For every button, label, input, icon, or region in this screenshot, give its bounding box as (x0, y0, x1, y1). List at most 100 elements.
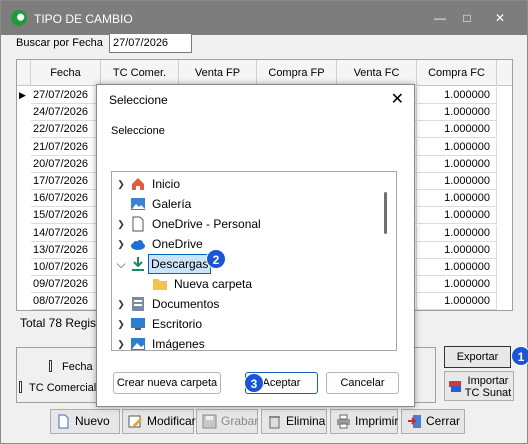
title-bar[interactable]: TIPO DE CAMBIO — □ ✕ (1, 1, 527, 35)
col-tc-comer[interactable]: TC Comer. (101, 60, 179, 86)
nuevo-label: Nuevo (75, 414, 110, 428)
chevron-right-icon[interactable]: ❯ (116, 334, 126, 350)
cloud-icon (131, 240, 145, 250)
export-txt-button[interactable]: Exportar TXT (444, 346, 511, 383)
tree-item-label: Inicio (152, 177, 181, 191)
cell-fecha[interactable]: 21/07/2026 (31, 138, 101, 156)
tree-item[interactable]: ❯ Inicio (112, 174, 382, 194)
col-fecha[interactable]: Fecha (31, 60, 101, 86)
modificar-button[interactable]: Modificar (122, 409, 196, 434)
tc-comercial-label: TC Comercial (29, 382, 97, 394)
cell-fecha[interactable]: 27/07/2026 (31, 87, 101, 104)
tree-scrollbar-thumb[interactable] (384, 192, 387, 234)
document-icon (132, 216, 144, 232)
accept-label: Aceptar (262, 377, 301, 389)
cell-fecha[interactable]: 13/07/2026 (31, 241, 101, 259)
search-date-input[interactable]: 27/07/2026 (109, 33, 192, 53)
cell-compra-fc[interactable]: 1.000000 (417, 276, 497, 294)
cell-compra-fc[interactable]: 1.000000 (417, 173, 497, 190)
cell-fecha[interactable]: 20/07/2026 (31, 155, 101, 173)
imprimir-button[interactable]: Imprimir (330, 409, 398, 434)
nuevo-button[interactable]: Nuevo (50, 409, 120, 434)
tree-item-label: Imágenes (152, 337, 205, 351)
close-icon[interactable]: ✕ (492, 10, 508, 26)
cell-compra-fc[interactable]: 1.000000 (417, 207, 497, 225)
create-folder-button[interactable]: Crear nueva carpeta (113, 372, 221, 394)
chevron-right-icon[interactable]: ❯ (116, 314, 126, 334)
cell-fecha[interactable]: 14/07/2026 (31, 224, 101, 242)
chevron-right-icon[interactable]: ❯ (116, 234, 126, 254)
cell-compra-fc[interactable]: 1.000000 (417, 241, 497, 259)
total-records-label: Total 78 Regis (20, 316, 97, 330)
cell-compra-fc[interactable]: 1.000000 (417, 138, 497, 156)
grid-header: Fecha TC Comer. Venta FP Compra FP Venta… (17, 60, 512, 86)
chevron-right-icon[interactable]: ❯ (116, 214, 126, 234)
cell-fecha[interactable]: 24/07/2026 (31, 104, 101, 122)
gallery-icon (131, 198, 145, 210)
step-badge-3: 3 (244, 373, 264, 393)
cell-compra-fc[interactable]: 1.000000 (417, 87, 497, 104)
folder-tree[interactable]: ❯ Inicio Galería ❯ OneDrive - Personal ❯ OneDr… (111, 171, 397, 351)
cerrar-label: Cerrar (426, 414, 461, 428)
download-icon (132, 257, 144, 271)
col-venta-fp[interactable]: Venta FP (179, 60, 257, 86)
imprimir-label: Imprimir (355, 414, 399, 428)
fecha-label: Fecha (62, 361, 93, 373)
tree-item-label: Escritorio (152, 317, 203, 331)
home-icon (132, 178, 144, 190)
step-badge-2: 2 (206, 249, 226, 269)
cell-fecha[interactable]: 10/07/2026 (31, 259, 101, 276)
grabar-button[interactable]: Grabar (196, 409, 258, 434)
modificar-label: Modificar (147, 414, 196, 428)
cerrar-button[interactable]: Cerrar (401, 409, 465, 434)
cell-compra-fc[interactable]: 1.000000 (417, 259, 497, 276)
cell-compra-fc[interactable]: 1.000000 (417, 224, 497, 242)
cell-compra-fc[interactable]: 1.000000 (417, 190, 497, 208)
step-badge-1: 1 (511, 346, 528, 366)
maximize-icon[interactable]: □ (459, 10, 475, 26)
dialog-title: Seleccione (109, 93, 168, 107)
cell-compra-fc[interactable]: 1.000000 (417, 121, 497, 139)
select-folder-dialog: Seleccione ✕ Seleccione ❯ Inicio Galería ❯ O… (96, 84, 415, 407)
elimina-label: Elimina (286, 414, 326, 428)
tree-item[interactable]: ❯ OneDrive (112, 234, 382, 254)
tree-item-label: Descargas (147, 254, 212, 274)
cell-fecha[interactable]: 22/07/2026 (31, 121, 101, 139)
tree-item[interactable]: Nueva carpeta (112, 274, 382, 294)
cell-compra-fc[interactable]: 1.000000 (417, 155, 497, 173)
import-tc-sunat-button[interactable]: Importar TC Sunat (444, 371, 514, 401)
printer-icon (337, 414, 350, 429)
tree-item[interactable]: ❯ Documentos (112, 294, 382, 314)
pictures-icon (131, 338, 145, 350)
cell-fecha[interactable]: 08/07/2026 (31, 293, 101, 310)
chevron-right-icon[interactable]: ❯ (116, 174, 126, 194)
cell-fecha[interactable]: 17/07/2026 (31, 173, 101, 190)
fecha-checkbox[interactable] (49, 360, 52, 372)
app-icon (11, 10, 27, 26)
tc-checkbox[interactable] (19, 381, 22, 393)
col-venta-fc[interactable]: Venta FC (337, 60, 417, 86)
cell-compra-fc[interactable]: 1.000000 (417, 104, 497, 122)
cell-fecha[interactable]: 09/07/2026 (31, 276, 101, 294)
tree-item[interactable]: ⌵ Descargas (112, 254, 382, 274)
col-compra-fc[interactable]: Compra FC (417, 60, 497, 86)
search-label: Buscar por Fecha (16, 37, 103, 49)
folder-icon (153, 279, 167, 290)
dialog-close-icon[interactable]: ✕ (391, 89, 404, 109)
col-compra-fp[interactable]: Compra FP (257, 60, 337, 86)
cancel-button[interactable]: Cancelar (326, 372, 399, 394)
import-icon (449, 381, 461, 392)
chevron-right-icon[interactable]: ❯ (116, 294, 126, 314)
tree-item[interactable]: ❯ OneDrive - Personal (112, 214, 382, 234)
cell-fecha[interactable]: 15/07/2026 (31, 207, 101, 225)
cell-fecha[interactable]: 16/07/2026 (31, 190, 101, 208)
tree-item[interactable]: ❯ Imágenes (112, 334, 382, 351)
cell-compra-fc[interactable]: 1.000000 (417, 293, 497, 310)
grabar-label: Grabar (221, 414, 259, 428)
minimize-icon[interactable]: — (432, 10, 448, 26)
chevron-down-icon[interactable]: ⌵ (116, 254, 126, 274)
tree-item-label: Documentos (152, 297, 220, 311)
tree-item[interactable]: Galería (112, 194, 382, 214)
tree-item[interactable]: ❯ Escritorio (112, 314, 382, 334)
elimina-button[interactable]: Elimina (261, 409, 327, 434)
